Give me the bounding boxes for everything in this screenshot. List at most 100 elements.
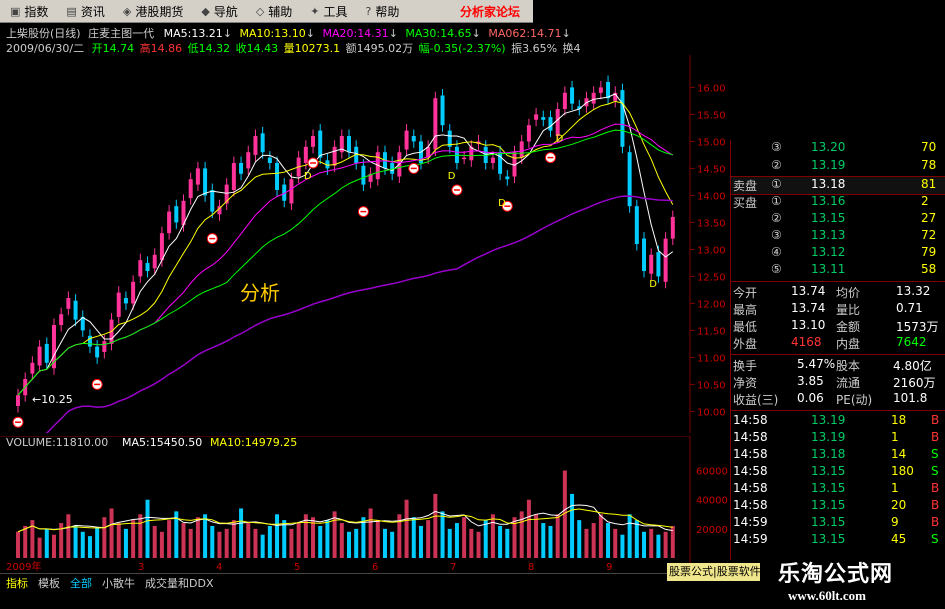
menu-item-index[interactable]: ▣ 指数 (10, 3, 48, 20)
candle-body (649, 254, 654, 274)
volume-chart[interactable]: VOLUME:11810.00 MA5:15450.50 MA10:14979.25… (0, 436, 730, 572)
bar-volume: 量10273.1 (283, 42, 341, 55)
buy-price: 13.16 (811, 194, 846, 208)
candle-body (361, 165, 366, 185)
tick-side: S (931, 464, 939, 478)
candle-body (663, 238, 668, 282)
tick-side: B (931, 498, 940, 512)
date-axis-label: 4 (216, 562, 222, 572)
sell-volume: 78 (921, 158, 937, 172)
forum-title[interactable]: 分析家论坛 (460, 3, 520, 20)
price-tick-label: 14.50 (697, 164, 726, 175)
tick-side: S (931, 532, 939, 546)
stat-value: 3.85 (797, 374, 824, 388)
tab-all[interactable]: 全部 (70, 575, 92, 591)
candle-body (116, 292, 121, 317)
stat-value: 101.8 (893, 391, 928, 405)
formula-name[interactable]: 庄麦主图一代 (88, 27, 154, 40)
buy-label: 买盘 (733, 196, 758, 210)
stat-label: 外盘 (733, 337, 758, 351)
candle-body (534, 114, 539, 120)
volume-bar (37, 537, 42, 558)
d-marker: D (448, 171, 456, 182)
tick-side: B (931, 413, 940, 427)
volume-bar (167, 520, 172, 558)
menu-item-help[interactable]: ? 帮助 (366, 3, 400, 20)
volume-bar (73, 525, 78, 558)
tab-small-bull[interactable]: 小散牛 (102, 575, 135, 591)
volume-bar (440, 511, 445, 558)
stat-label: 收益(三) (733, 393, 779, 407)
stat-value: 13.32 (896, 284, 931, 298)
candle-body (37, 346, 42, 366)
fundamental-row: 换手 5.47% 股本 4.80亿 (731, 357, 945, 374)
menu-item-assist[interactable]: ◇ 辅助 (256, 3, 292, 20)
tick-time: 14:58 (733, 464, 768, 478)
candle-body (102, 341, 107, 352)
buy-volume: 27 (921, 211, 937, 225)
buy-level-row: ② 13.15 27 (731, 211, 945, 228)
buy-level-row: ⑤ 13.11 58 (731, 262, 945, 279)
candle-body (138, 260, 143, 277)
tick-price: 13.15 (811, 532, 846, 546)
sell-level-row: 卖盘 ① 13.18 81 (731, 176, 945, 195)
menu-item-navigate[interactable]: ◆ 导航 (201, 3, 237, 20)
tick-side: B (931, 430, 940, 444)
volume-bar (498, 525, 503, 558)
volume-bar (462, 517, 467, 558)
sell-price: 13.19 (811, 158, 846, 172)
tick-time: 14:59 (733, 515, 768, 529)
tick-side: B (931, 481, 940, 495)
tab-template[interactable]: 模板 (38, 575, 60, 591)
menu-item-tools[interactable]: ✦ 工具 (310, 3, 347, 20)
stat-row: 最低 13.10 金额 1573万 (731, 318, 945, 335)
date-axis-label: 3 (138, 562, 144, 572)
menu-item-futures[interactable]: ◈ 港股期货 (123, 3, 183, 20)
volume-bar (613, 528, 618, 558)
stock-name[interactable]: 上柴股份(日线) (6, 27, 81, 40)
tick-row: 14:59 13.15 45 S (731, 532, 945, 549)
news-icon: ▤ (66, 4, 77, 18)
stat-label: 流通 (836, 376, 861, 390)
price-tick-label: 13.50 (697, 218, 726, 229)
tab-indicator[interactable]: 指标 (6, 575, 28, 591)
sell-level-row: ③ 13.20 70 (731, 140, 945, 157)
buy-level-row: ③ 13.13 72 (731, 228, 945, 245)
stat-value: 0.06 (797, 391, 824, 405)
bar-change: 幅-0.35(-2.37%) (418, 42, 506, 55)
price-tick-label: 10.00 (697, 407, 726, 418)
volume-ma5-line (17, 504, 673, 533)
tab-volume-ddx[interactable]: 成交量和DDX (145, 575, 213, 591)
volume-bar (476, 531, 481, 558)
volume-bar (505, 528, 510, 558)
volume-tick-label: 40000 (696, 496, 728, 507)
watermark-text: 分析 (240, 281, 280, 305)
candle-body (167, 211, 172, 234)
bar-open: 开14.74 (91, 42, 135, 55)
volume-bar (541, 523, 546, 558)
tick-price: 13.15 (811, 481, 846, 495)
volume-bar (66, 514, 71, 558)
stat-value: 1573万 (896, 320, 939, 334)
tick-row: 14:58 13.15 20 B (731, 498, 945, 515)
arrow-down-icon: ↓ (388, 27, 398, 40)
volume-bar (591, 523, 596, 558)
volume-bar (80, 531, 85, 558)
stat-label: 今开 (733, 286, 758, 300)
volume-bar (296, 523, 301, 558)
volume-ma5-label: MA5:15450.50 (122, 436, 202, 449)
candle-body (505, 176, 510, 180)
candle-body (145, 262, 150, 271)
volume-bar (267, 525, 272, 558)
tick-volume: 20 (891, 498, 907, 512)
volume-bar (131, 520, 136, 558)
tick-price: 13.15 (811, 515, 846, 529)
volume-bar (217, 531, 222, 558)
volume-bar (231, 520, 236, 558)
price-tick-label: 16.00 (697, 83, 726, 94)
ma30-line (17, 129, 673, 396)
brand-url[interactable]: www.60lt.com (788, 588, 866, 604)
menu-item-news[interactable]: ▤ 资讯 (66, 3, 104, 20)
price-chart[interactable]: 16.00 15.50 15.00 14.50 14.00 13.50 13.00 12.50… (0, 55, 730, 433)
stat-value: 13.74 (791, 284, 826, 298)
